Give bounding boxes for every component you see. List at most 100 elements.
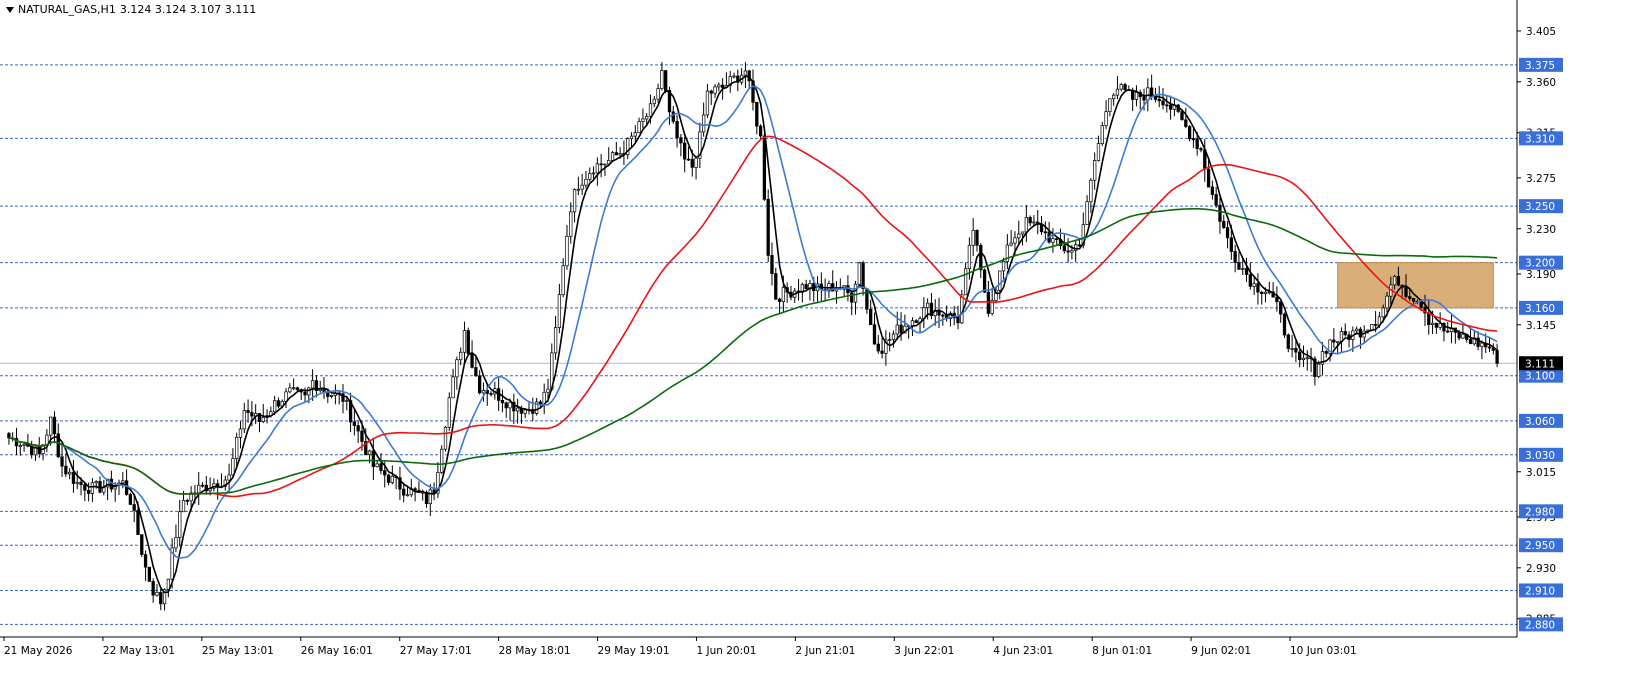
- candle-body: [1358, 328, 1363, 338]
- candle-body: [713, 86, 717, 94]
- candle-body: [478, 375, 482, 394]
- candle-body: [132, 504, 136, 511]
- time-tick-label: 28 May 18:01: [499, 645, 571, 657]
- level-label: 3.250: [1525, 201, 1555, 213]
- candle-body: [1009, 242, 1013, 246]
- time-tick-label: 3 Jun 22:01: [894, 645, 954, 657]
- candle-body: [572, 189, 577, 213]
- candle-body: [143, 554, 148, 568]
- candle-body: [960, 294, 964, 324]
- candle-body: [1457, 332, 1461, 339]
- level-label: 2.910: [1525, 585, 1555, 597]
- level-label: 3.375: [1525, 60, 1555, 72]
- candle-body: [853, 283, 858, 303]
- candle-body: [1115, 88, 1120, 96]
- current-price-label: 3.111: [1525, 358, 1555, 370]
- candle-body: [1252, 283, 1256, 287]
- candle-body: [231, 458, 235, 476]
- candle-body: [1301, 357, 1306, 361]
- chart-window: 3.4053.3603.3153.2753.2303.1903.1453.015…: [0, 0, 1641, 693]
- candle-body: [717, 84, 721, 88]
- level-label: 3.310: [1525, 133, 1555, 145]
- candle-body: [1093, 160, 1097, 181]
- candle-body: [1233, 251, 1237, 263]
- candle-body: [1222, 220, 1226, 228]
- candle-body: [440, 448, 444, 473]
- candle-body: [1043, 231, 1047, 234]
- candle-body: [664, 70, 668, 91]
- candle-body: [1134, 92, 1139, 100]
- candle-body: [451, 376, 455, 399]
- candle-body: [242, 410, 246, 430]
- candle-body: [956, 317, 960, 324]
- price-chart[interactable]: 3.4053.3603.3153.2753.2303.1903.1453.015…: [0, 0, 1641, 693]
- candle-body: [310, 380, 315, 389]
- candle-body: [462, 330, 467, 353]
- candle-body: [1066, 250, 1070, 253]
- candle-body: [1229, 237, 1233, 252]
- candle-body: [1100, 125, 1104, 144]
- candle-body: [869, 308, 873, 326]
- candle-body: [1354, 328, 1359, 332]
- time-tick-label: 4 Jun 23:01: [993, 645, 1053, 657]
- candle-body: [1385, 295, 1389, 309]
- candle-body: [386, 474, 391, 483]
- candle-body: [777, 298, 782, 302]
- candle-body: [447, 397, 451, 428]
- candle-body: [1237, 262, 1241, 270]
- candle-body: [1077, 244, 1082, 247]
- candle-body: [1104, 111, 1108, 126]
- candle-body: [1024, 217, 1028, 233]
- candle-body: [1408, 296, 1412, 299]
- candle-body: [261, 417, 265, 422]
- candle-body: [1487, 346, 1492, 349]
- candle-body: [1396, 276, 1401, 286]
- candle-body: [971, 229, 975, 246]
- candle-body: [508, 401, 512, 409]
- candle-body: [576, 188, 581, 191]
- price-tick-label: 3.145: [1526, 320, 1556, 332]
- candle-body: [1055, 238, 1059, 240]
- candle-body: [1373, 324, 1378, 326]
- candle-body: [52, 416, 57, 435]
- price-tick-label: 3.275: [1526, 173, 1556, 185]
- candle-body: [1020, 231, 1025, 235]
- candle-body: [565, 235, 569, 267]
- dropdown-triangle-icon[interactable]: [6, 7, 14, 13]
- candle-body: [857, 262, 861, 285]
- candle-body: [979, 244, 983, 271]
- candle-body: [967, 244, 972, 270]
- candle-body: [151, 581, 155, 596]
- candle-body: [474, 367, 478, 377]
- candle-body: [766, 198, 770, 256]
- symbol-label: NATURAL_GAS,H1: [18, 3, 116, 16]
- time-tick-label: 2 Jun 21:01: [795, 645, 855, 657]
- candle-body: [367, 450, 372, 456]
- price-tick-label: 3.360: [1526, 77, 1556, 89]
- candle-body: [1085, 201, 1089, 225]
- candle-body: [629, 135, 634, 139]
- chart-background: [0, 0, 1641, 693]
- candle-body: [1119, 84, 1123, 90]
- candle-body: [557, 294, 562, 328]
- candle-body: [1294, 348, 1298, 353]
- candle-body: [1157, 99, 1161, 102]
- candle-body: [652, 98, 656, 105]
- chart-header[interactable]: NATURAL_GAS,H1 3.124 3.124 3.107 3.111: [6, 3, 256, 16]
- candle-body: [1430, 322, 1435, 325]
- candle-body: [683, 142, 687, 160]
- candle-body: [523, 409, 527, 414]
- candle-body: [599, 163, 603, 166]
- candle-body: [459, 351, 463, 361]
- candle-body: [895, 324, 899, 335]
- candle-body: [466, 330, 470, 354]
- candle-body: [295, 387, 300, 391]
- level-label: 2.950: [1525, 540, 1555, 552]
- candle-body: [701, 114, 706, 133]
- candle-body: [1392, 276, 1397, 286]
- candle-body: [1381, 307, 1385, 318]
- candle-body: [1180, 111, 1184, 121]
- candle-body: [591, 172, 596, 175]
- price-tick-label: 3.015: [1526, 467, 1556, 479]
- candle-body: [910, 320, 915, 327]
